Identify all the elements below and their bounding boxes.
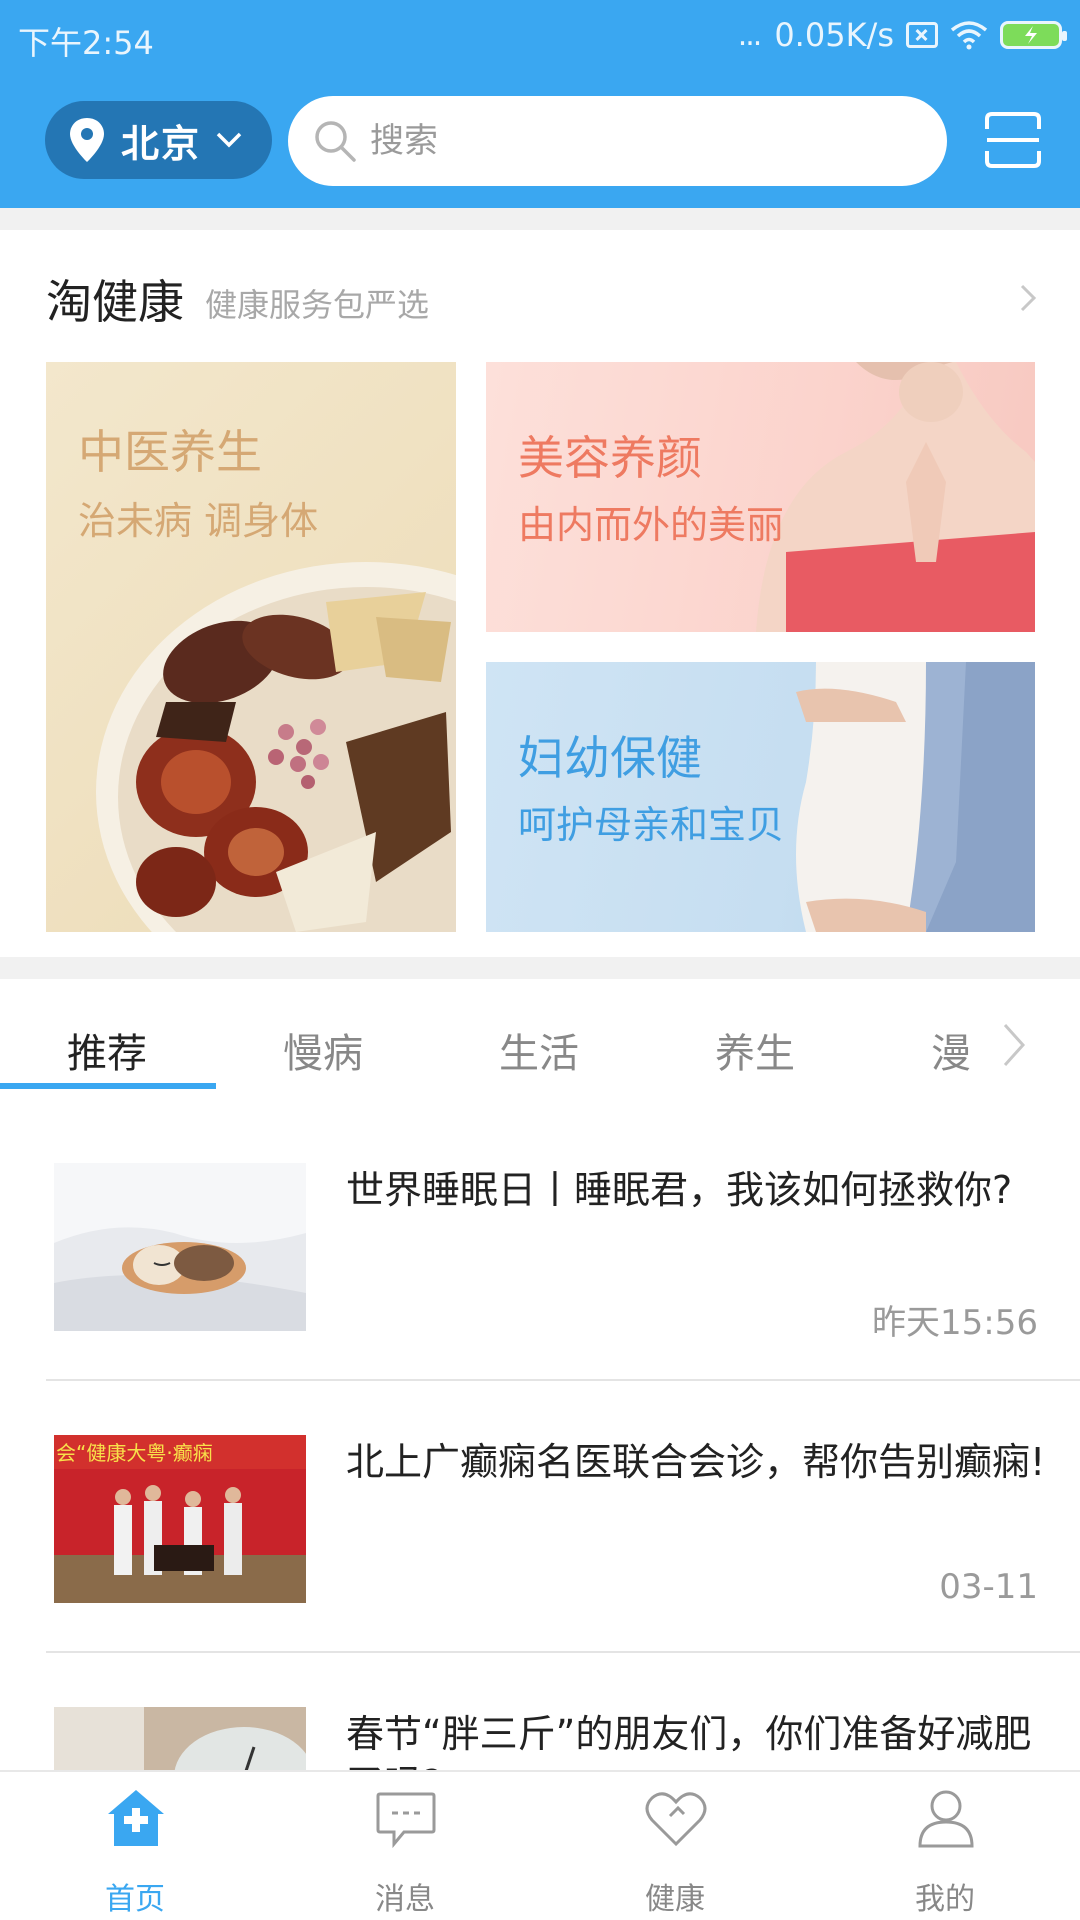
conference-photo-image: 会“健康大粤·癫痫 — [54, 1435, 306, 1603]
status-time: 下午2:54 — [18, 24, 154, 62]
network-speed: 0.05K/s — [774, 16, 894, 54]
nav-messages[interactable]: 消息 — [270, 1772, 540, 1920]
card-tcm[interactable]: 中医养生 治未病 调身体 — [46, 362, 456, 932]
chevron-right-icon[interactable] — [1000, 1019, 1028, 1071]
nav-home-label: 首页 — [105, 1882, 165, 1917]
app-header: 下午2:54 ... 0.05K/s 北京 — [0, 0, 1080, 208]
article-time: 昨天15:56 — [872, 1303, 1038, 1343]
active-tab-indicator — [0, 1083, 216, 1089]
section-title: 淘健康 — [46, 275, 184, 329]
chevron-right-icon[interactable] — [1018, 282, 1038, 314]
article-thumbnail: 会“健康大粤·癫痫 — [54, 1435, 306, 1603]
status-dots: ... — [737, 17, 763, 53]
bottom-navigation: 首页 消息 健康 我的 — [0, 1770, 1080, 1920]
tab-wellness[interactable]: 养生 — [715, 1021, 795, 1079]
card-beauty-desc: 由内而外的美丽 — [518, 503, 785, 547]
search-input[interactable] — [370, 121, 910, 161]
no-sim-icon — [906, 22, 938, 48]
card-beauty-title: 美容养颜 — [518, 431, 702, 485]
card-mom-desc: 呵护母亲和宝贝 — [518, 803, 785, 847]
search-icon — [315, 121, 356, 162]
article-item[interactable]: 世界睡眠日丨睡眠君，我该如何拯救你? 昨天15:56 — [46, 1163, 1080, 1435]
article-time: 03-11 — [939, 1567, 1038, 1607]
card-mom-title: 妇幼保健 — [518, 731, 702, 785]
list-divider — [46, 1379, 1080, 1381]
card-tcm-title: 中医养生 — [78, 425, 262, 479]
nav-messages-label: 消息 — [375, 1882, 435, 1917]
chevron-down-icon — [216, 132, 242, 148]
message-icon — [376, 1792, 436, 1849]
article-thumbnail — [54, 1163, 306, 1331]
nav-profile-label: 我的 — [915, 1882, 975, 1917]
card-tcm-desc: 治未病 调身体 — [78, 499, 319, 543]
profile-icon — [918, 1790, 974, 1848]
category-tabs: 推荐 慢病 生活 养生 漫 — [0, 979, 1080, 1111]
article-title: 世界睡眠日丨睡眠君，我该如何拯救你? — [346, 1168, 1013, 1212]
sleeping-cat-image — [54, 1163, 306, 1331]
battery-icon — [1000, 21, 1067, 49]
tab-comics[interactable]: 漫 — [931, 1021, 971, 1079]
article-item[interactable]: 会“健康大粤·癫痫 北上广癫痫名医联合会诊，帮你告别癫痫! 03-11 — [46, 1435, 1080, 1707]
article-title: 北上广癫痫名医联合会诊，帮你告别癫痫! — [346, 1440, 1046, 1484]
card-beauty[interactable]: 美容养颜 由内而外的美丽 — [486, 362, 1035, 632]
tab-chronic[interactable]: 慢病 — [283, 1021, 363, 1079]
nav-profile[interactable]: 我的 — [810, 1772, 1080, 1920]
wifi-icon — [950, 21, 988, 50]
city-label: 北京 — [121, 121, 202, 166]
status-bar: 下午2:54 ... 0.05K/s — [0, 0, 1080, 74]
search-bar[interactable] — [288, 96, 947, 186]
section-divider — [0, 208, 1080, 230]
location-pin-icon — [70, 118, 104, 162]
section-divider — [0, 957, 1080, 979]
heart-icon — [645, 1792, 707, 1847]
tab-life[interactable]: 生活 — [499, 1021, 579, 1079]
tab-recommend[interactable]: 推荐 — [67, 1021, 147, 1079]
home-icon — [108, 1790, 164, 1846]
section-subtitle: 健康服务包严选 — [205, 286, 430, 324]
list-divider — [46, 1651, 1080, 1653]
card-mom-baby[interactable]: 妇幼保健 呵护母亲和宝贝 — [486, 662, 1035, 932]
scan-icon[interactable] — [983, 111, 1043, 169]
city-selector[interactable]: 北京 — [45, 101, 272, 179]
nav-home[interactable]: 首页 — [0, 1772, 270, 1920]
nav-health[interactable]: 健康 — [540, 1772, 810, 1920]
thumb-banner-text: 会“健康大粤·癫痫 — [56, 1441, 213, 1465]
nav-health-label: 健康 — [645, 1882, 705, 1917]
status-indicators: ... 0.05K/s — [737, 16, 1067, 54]
